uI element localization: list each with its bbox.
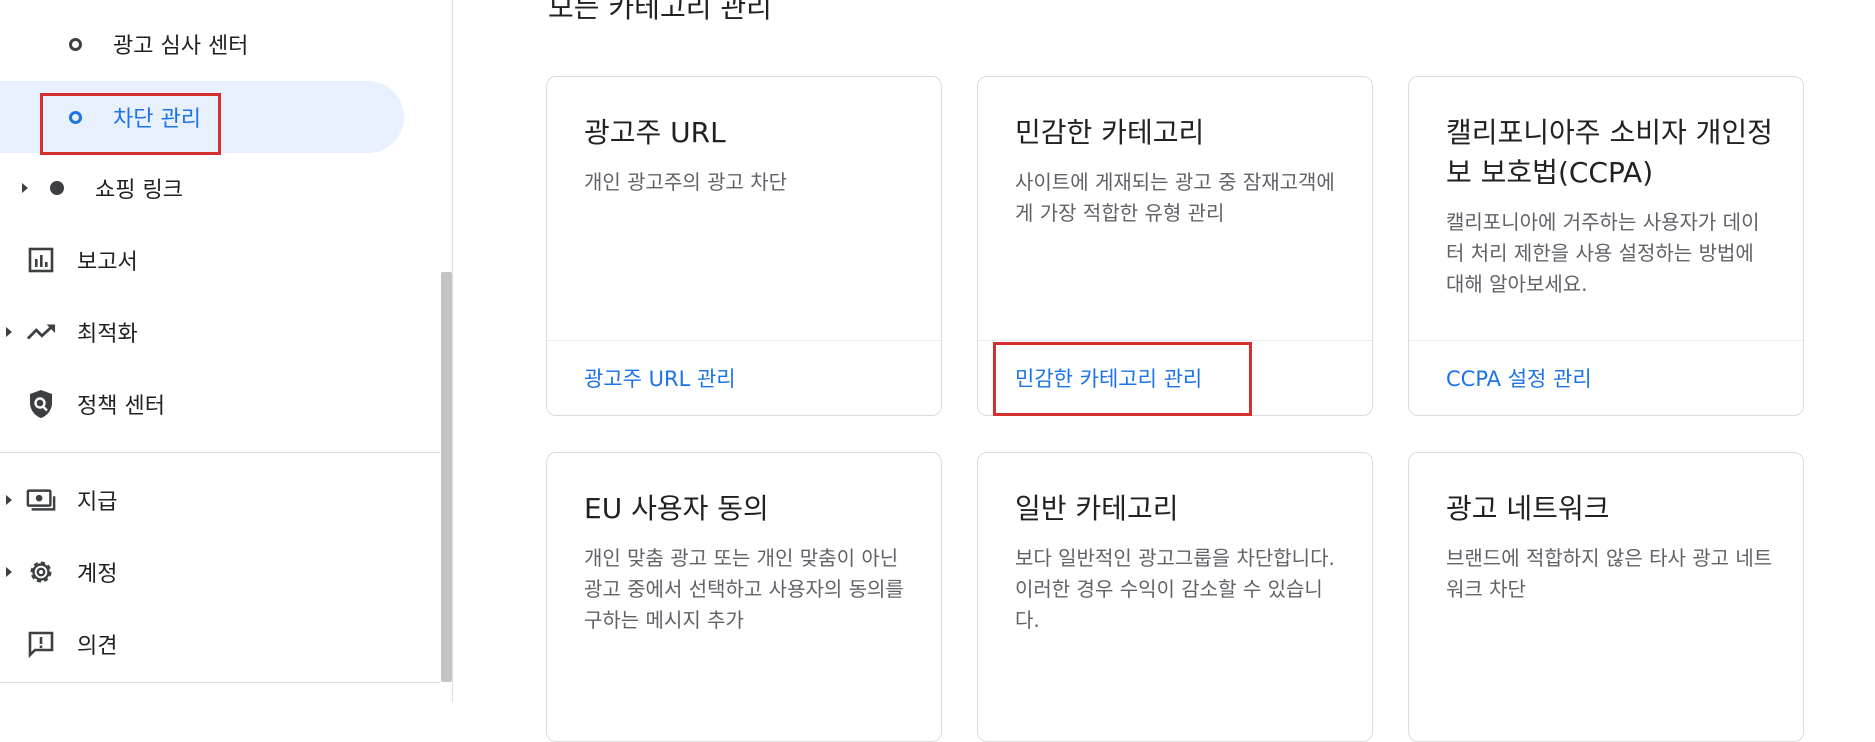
circle-bullet-icon — [69, 110, 82, 124]
card-footer: 민감한 카테고리 관리 — [978, 340, 1372, 415]
card-description: 브랜드에 적합하지 않은 타사 광고 네트워크 차단 — [1446, 546, 1773, 601]
sidebar-border — [452, 0, 453, 702]
sidebar-item-optimization[interactable]: 최적화 — [0, 305, 420, 359]
card-title: 광고 네트워크 — [1446, 492, 1610, 525]
card-ad-networks: 광고 네트워크 브랜드에 적합하지 않은 타사 광고 네트워크 차단 — [1408, 452, 1804, 742]
card-footer: CCPA 설정 관리 — [1409, 340, 1803, 415]
manage-advertiser-url-link[interactable]: 광고주 URL 관리 — [584, 363, 736, 393]
card-description: 개인 맞춤 광고 또는 개인 맞춤이 아닌 광고 중에서 선택하고 사용자의 동… — [584, 546, 904, 632]
expand-arrow-icon[interactable] — [6, 495, 12, 505]
card-title: 광고주 URL — [584, 116, 726, 149]
sidebar-item-policy-center[interactable]: 정책 센터 — [0, 377, 420, 431]
card-title: EU 사용자 동의 — [584, 492, 769, 525]
card-description: 개인 광고주의 광고 차단 — [584, 170, 788, 194]
card-title: 일반 카테고리 — [1015, 492, 1179, 525]
sidebar-item-label: 광고 심사 센터 — [113, 34, 249, 59]
sidebar-item-feedback[interactable]: 의견 — [0, 617, 420, 671]
expand-arrow-icon[interactable] — [6, 327, 12, 337]
card-eu-user-consent: EU 사용자 동의 개인 맞춤 광고 또는 개인 맞춤이 아닌 광고 중에서 선… — [546, 452, 942, 742]
sidebar-item-label: 차단 관리 — [113, 107, 201, 132]
sidebar: 광고 심사 센터 차단 관리 쇼핑 링크 보고서 최적화 정책 센터 지급 계정… — [0, 0, 452, 702]
card-title: 캘리포니아주 소비자 개인정보 보호법(CCPA) — [1446, 116, 1773, 189]
sidebar-item-label: 지급 — [77, 490, 118, 515]
card-general-categories: 일반 카테고리 보다 일반적인 광고그룹을 차단합니다. 이러한 경우 수익이 … — [977, 452, 1373, 742]
sidebar-item-label: 계정 — [77, 562, 118, 587]
card-advertiser-url: 광고주 URL 개인 광고주의 광고 차단 광고주 URL 관리 — [546, 76, 942, 416]
card-description: 보다 일반적인 광고그룹을 차단합니다. 이러한 경우 수익이 감소할 수 있습… — [1015, 546, 1335, 632]
trending-up-icon — [26, 317, 56, 347]
sidebar-divider — [0, 452, 440, 453]
payments-icon — [26, 485, 56, 515]
circle-bullet-icon — [69, 37, 82, 51]
section-title: 모든 카테고리 관리 — [548, 0, 772, 24]
manage-sensitive-categories-link[interactable]: 민감한 카테고리 관리 — [1015, 363, 1202, 393]
card-ccpa: 캘리포니아주 소비자 개인정보 보호법(CCPA) 캘리포니아에 거주하는 사용… — [1408, 76, 1804, 416]
sidebar-item-label: 최적화 — [77, 322, 138, 347]
manage-ccpa-link[interactable]: CCPA 설정 관리 — [1446, 363, 1592, 393]
sidebar-item-account[interactable]: 계정 — [0, 545, 420, 599]
card-description: 캘리포니아에 거주하는 사용자가 데이터 처리 제한을 사용 설정하는 방법에 … — [1446, 210, 1760, 296]
card-title: 민감한 카테고리 — [1015, 116, 1205, 149]
sidebar-item-payments[interactable]: 지급 — [0, 473, 420, 527]
sidebar-divider — [0, 682, 440, 683]
policy-shield-icon — [26, 389, 56, 419]
sidebar-item-ad-review-center[interactable]: 광고 심사 센터 — [0, 17, 420, 71]
sidebar-item-label: 쇼핑 링크 — [95, 178, 183, 203]
bar-chart-icon — [26, 245, 56, 275]
card-sensitive-categories: 민감한 카테고리 사이트에 게재되는 광고 중 잠재고객에게 가장 적합한 유형… — [977, 76, 1373, 416]
expand-arrow-icon[interactable] — [22, 183, 28, 193]
feedback-icon — [26, 629, 56, 659]
card-description: 사이트에 게재되는 광고 중 잠재고객에게 가장 적합한 유형 관리 — [1015, 170, 1335, 225]
sidebar-item-shopping-links[interactable]: 쇼핑 링크 — [0, 161, 420, 215]
gear-icon — [26, 557, 56, 587]
sidebar-item-reports[interactable]: 보고서 — [0, 233, 420, 287]
sidebar-item-label: 의견 — [77, 634, 118, 659]
sidebar-scrollbar-thumb[interactable] — [441, 272, 452, 682]
dot-icon — [50, 181, 64, 195]
card-footer: 광고주 URL 관리 — [547, 340, 941, 415]
sidebar-item-blocking-controls[interactable]: 차단 관리 — [0, 81, 404, 153]
sidebar-item-label: 보고서 — [77, 250, 138, 275]
expand-arrow-icon[interactable] — [6, 567, 12, 577]
sidebar-item-label: 정책 센터 — [77, 394, 165, 419]
